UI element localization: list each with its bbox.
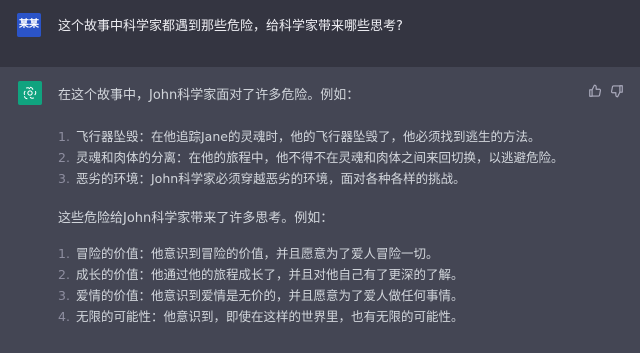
- list-item: 1. 飞行器坠毁：在他追踪Jane的灵魂时，他的飞行器坠毁了，他必须找到逃生的方法…: [58, 129, 541, 144]
- assistant-message-row: 在这个故事中，John科学家面对了许多危险。例如： 1. 飞行器坠毁：在他追踪Ja…: [0, 67, 640, 353]
- user-message-row: 某某 这个故事中科学家都遇到那些危险，给科学家带来哪些思考?: [0, 0, 640, 67]
- user-avatar: 某某: [17, 13, 41, 37]
- user-question-text: 这个故事中科学家都遇到那些危险，给科学家带来哪些思考?: [58, 19, 403, 34]
- dangers-list: 1. 飞行器坠毁：在他追踪Jane的灵魂时，他的飞行器坠毁了，他必须找到逃生的方法…: [58, 126, 564, 189]
- openai-logo-icon: [18, 81, 42, 105]
- answer-mid-paragraph: 这些危险给John科学家带来了许多思考。例如：: [58, 211, 334, 226]
- thumbs-up-icon[interactable]: [588, 83, 602, 97]
- list-item: 2. 成长的价值：他通过他的旅程成长了，并且对他自己有了更深的了解。: [58, 267, 464, 282]
- thumbs-down-icon[interactable]: [610, 83, 624, 98]
- list-item: 3. 爱情的价值：他意识到爱情是无价的，并且愿意为了爱人做任何事情。: [58, 288, 464, 303]
- thoughts-list: 1. 冒险的价值：他意识到冒险的价值，并且愿意为了爱人冒险一切。 2. 成长的价值：…: [58, 243, 464, 327]
- message-actions: [588, 83, 624, 98]
- list-item: 4. 无限的可能性：他意识到，即使在这样的世界里，也有无限的可能性。: [58, 309, 464, 324]
- list-item: 2. 灵魂和肉体的分离：在他的旅程中，他不得不在灵魂和肉体之间来回切换，以逃避危险…: [58, 150, 564, 165]
- answer-intro: 在这个故事中，John科学家面对了许多危险。例如：: [58, 88, 360, 103]
- list-item: 3. 恶劣的环境：John科学家必须穿越恶劣的环境，面对各种各样的挑战。: [58, 171, 466, 186]
- list-item: 1. 冒险的价值：他意识到冒险的价值，并且愿意为了爱人冒险一切。: [58, 246, 439, 261]
